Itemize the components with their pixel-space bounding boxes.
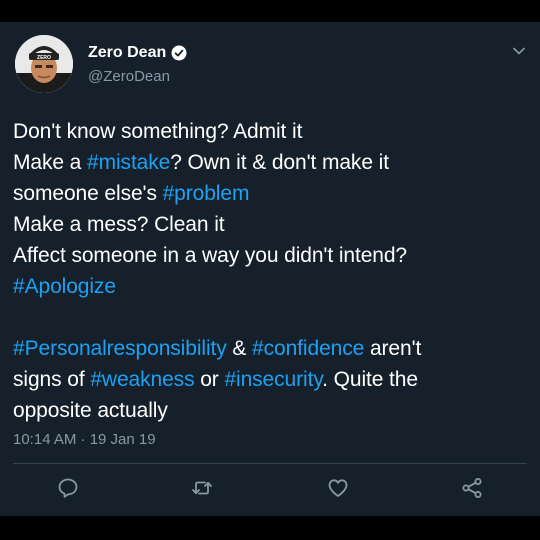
retweet-icon <box>192 481 212 495</box>
tweet-line: opposite actually <box>13 395 533 426</box>
hashtag-link[interactable]: #Apologize <box>13 275 116 298</box>
like-button[interactable] <box>326 476 350 500</box>
hashtag-link[interactable]: #confidence <box>252 337 364 360</box>
share-icon <box>462 478 482 498</box>
avatar[interactable]: ZERO <box>15 35 73 93</box>
tweet-line: signs of #weakness or #insecurity. Quite… <box>13 364 533 395</box>
tweet-text-segment: opposite actually <box>13 399 168 422</box>
tweet-line: Don't know something? Admit it <box>13 116 533 147</box>
tweet-text-segment: aren't <box>364 337 422 360</box>
tweet-text: Don't know something? Admit it Make a #mi… <box>13 116 533 426</box>
avatar-image: ZERO <box>15 35 73 93</box>
tweet-text-segment: Make a mess? Clean it <box>13 213 225 236</box>
reply-icon <box>58 478 78 498</box>
heart-icon <box>328 479 348 497</box>
hashtag-link[interactable]: #mistake <box>87 151 170 174</box>
tweet-text-segment: Make a <box>13 151 87 174</box>
hashtag-link[interactable]: #Personalresponsibility <box>13 337 227 360</box>
hashtag-link[interactable]: #insecurity <box>224 368 322 391</box>
tweet-line: Make a #mistake? Own it & don't make it <box>13 147 533 178</box>
tweet-line: Make a mess? Clean it <box>13 209 533 240</box>
hashtag-link[interactable]: #weakness <box>90 368 194 391</box>
display-name-row[interactable]: Zero Dean <box>88 44 187 62</box>
tweet-text-segment: ? Own it & don't make it <box>170 151 389 174</box>
tweet-text-segment: . Quite the <box>322 368 418 391</box>
tweet-timestamp[interactable]: 10:14 AM · 19 Jan 19 <box>13 431 156 448</box>
tweet-line: #Personalresponsibility & #confidence ar… <box>13 333 533 364</box>
verified-badge-icon <box>171 45 187 61</box>
chevron-down-icon[interactable] <box>512 44 526 58</box>
tweet-line: someone else's #problem <box>13 178 533 209</box>
tweet-text-segment: or <box>194 368 225 391</box>
tweet-text-segment: Affect someone in a way you didn't inten… <box>13 244 408 267</box>
tweet-text-segment: someone else's <box>13 182 163 205</box>
tweet-text-segment: signs of <box>13 368 91 391</box>
tweet-line: #Apologize <box>13 271 533 302</box>
tweet-line: Affect someone in a way you didn't inten… <box>13 240 533 271</box>
avatar-cap-text: ZERO <box>37 55 51 61</box>
display-name[interactable]: Zero Dean <box>88 44 166 62</box>
user-handle[interactable]: @ZeroDean <box>88 68 170 85</box>
retweet-button[interactable] <box>190 476 214 500</box>
tweet-card: ZERO Zero Dean @ZeroDean Don't know some… <box>0 22 540 516</box>
tweet-text-segment: Don't know something? Admit it <box>13 120 303 143</box>
reply-button[interactable] <box>56 476 80 500</box>
hashtag-link[interactable]: #problem <box>163 182 250 205</box>
share-button[interactable] <box>460 476 484 500</box>
tweet-text-segment: & <box>226 337 253 360</box>
divider <box>13 463 527 464</box>
